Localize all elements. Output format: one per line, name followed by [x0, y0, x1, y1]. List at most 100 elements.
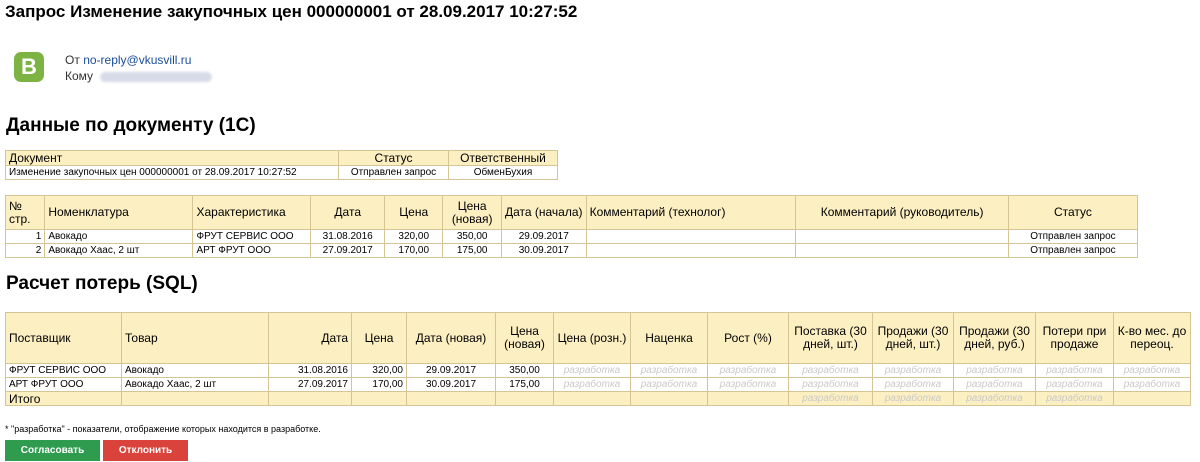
placeholder-cell: разработка [553, 377, 631, 392]
placeholder-cell: разработка [953, 391, 1036, 406]
date-start: 29.09.2017 [500, 229, 587, 244]
col-sales-30d-rub: Продажи (30 дней, руб.) [953, 312, 1036, 364]
footnote: * "разработка" - показатели, отображение… [5, 424, 321, 434]
date-start: 30.09.2017 [500, 243, 587, 258]
line-no: 2 [4, 243, 46, 258]
placeholder-cell: разработка [788, 391, 873, 406]
supplier: ФРУТ СЕРВИС ООО [5, 363, 122, 378]
item-status: Отправлен запрос [1007, 229, 1139, 244]
loss-table: Поставщик Товар Дата Цена Дата (новая) Ц… [5, 312, 1191, 406]
placeholder-cell: разработка [553, 363, 631, 378]
col-item-status: Статус [1007, 195, 1139, 230]
from-label: От [65, 53, 80, 67]
email-subject: Запрос Изменение закупочных цен 00000000… [5, 2, 578, 21]
placeholder-cell: разработка [707, 363, 789, 378]
col-comment-technologist: Комментарий (технолог) [585, 195, 797, 230]
nomenclature: Авокадо Хаас, 2 шт [44, 243, 194, 258]
price-new: 175,00 [442, 243, 502, 258]
col-supplier: Поставщик [5, 312, 122, 364]
total-label: Итого [5, 391, 122, 406]
approve-button[interactable]: Согласовать [5, 440, 100, 461]
price: 320,00 [383, 229, 444, 244]
placeholder-cell: разработка [872, 377, 954, 392]
col-markup: Наценка [630, 312, 708, 364]
table-row: Изменение закупочных цен 000000001 от 28… [5, 165, 558, 180]
from-address-link[interactable]: no-reply@vkusvill.ru [83, 53, 191, 67]
empty-cell [121, 391, 269, 406]
document-responsible: ОбменБухия [448, 165, 558, 180]
loss-section-title: Расчет потерь (SQL) [6, 273, 198, 294]
document-status: Отправлен запрос [338, 165, 449, 180]
col-price-retail: Цена (розн.) [553, 312, 631, 364]
reject-button[interactable]: Отклонить [103, 440, 188, 461]
date: 27.09.2017 [310, 243, 385, 258]
date-new: 30.09.2017 [406, 377, 496, 392]
table-row: ФРУТ СЕРВИС ООО Авокадо 31.08.2016 320,0… [5, 363, 1191, 378]
characteristic: ФРУТ СЕРВИС ООО [192, 229, 312, 244]
price: 320,00 [351, 363, 407, 378]
item-status: Отправлен запрос [1007, 243, 1139, 258]
empty-cell [707, 391, 789, 406]
items-table: № стр. Номенклатура Характеристика Дата … [4, 195, 1139, 258]
nomenclature: Авокадо [44, 229, 194, 244]
placeholder-cell: разработка [788, 377, 873, 392]
empty-cell [351, 391, 407, 406]
placeholder-cell: разработка [953, 363, 1036, 378]
comment-manager [795, 229, 1009, 244]
placeholder-cell: разработка [1113, 363, 1191, 378]
col-status: Статус [338, 150, 449, 166]
col-months-to-reprice: К-во мес. до переоц. [1113, 312, 1191, 364]
price-new: 350,00 [442, 229, 502, 244]
comment-manager [795, 243, 1009, 258]
col-growth: Рост (%) [707, 312, 789, 364]
placeholder-cell: разработка [1035, 377, 1114, 392]
col-date-start: Дата (начала) [500, 195, 587, 230]
placeholder-cell: разработка [1035, 391, 1114, 406]
line-no: 1 [4, 229, 46, 244]
col-line-no: № стр. [4, 195, 46, 230]
empty-cell [495, 391, 554, 406]
col-sales-30d-qty: Продажи (30 дней, шт.) [872, 312, 954, 364]
recipient-blurred [100, 71, 213, 82]
col-price: Цена [383, 195, 444, 230]
table-row: АРТ ФРУТ ООО Авокадо Хаас, 2 шт 27.09.20… [5, 377, 1191, 392]
col-price-new: Цена (новая) [495, 312, 554, 364]
col-nomenclature: Номенклатура [44, 195, 194, 230]
price: 170,00 [383, 243, 444, 258]
price-new: 350,00 [495, 363, 554, 378]
col-product: Товар [121, 312, 269, 364]
col-document: Документ [5, 150, 339, 166]
col-price: Цена [351, 312, 407, 364]
characteristic: АРТ ФРУТ ООО [192, 243, 312, 258]
empty-cell [630, 391, 708, 406]
comment-technologist [585, 243, 797, 258]
empty-cell [406, 391, 496, 406]
to-label: Кому [65, 69, 94, 83]
total-row: Итого разработка разработка разработка р… [5, 391, 1191, 406]
placeholder-cell: разработка [788, 363, 873, 378]
comment-technologist [585, 229, 797, 244]
product: Авокадо Хаас, 2 шт [121, 377, 269, 392]
col-price-new: Цена (новая) [442, 195, 502, 230]
empty-cell [553, 391, 631, 406]
from-row: От no-reply@vkusvill.ru [65, 53, 191, 67]
col-comment-manager: Комментарий (руководитель) [795, 195, 1009, 230]
placeholder-cell: разработка [872, 391, 954, 406]
date-new: 29.09.2017 [406, 363, 496, 378]
document-name: Изменение закупочных цен 000000001 от 28… [5, 165, 339, 180]
price: 170,00 [351, 377, 407, 392]
table-row: 1 Авокадо ФРУТ СЕРВИС ООО 31.08.2016 320… [4, 229, 1139, 244]
table-row: 2 Авокадо Хаас, 2 шт АРТ ФРУТ ООО 27.09.… [4, 243, 1139, 258]
date: 27.09.2017 [268, 377, 352, 392]
placeholder-cell: разработка [1035, 363, 1114, 378]
placeholder-cell: разработка [707, 377, 789, 392]
empty-cell [268, 391, 352, 406]
empty-cell [1113, 391, 1191, 406]
col-date-new: Дата (новая) [406, 312, 496, 364]
price-new: 175,00 [495, 377, 554, 392]
placeholder-cell: разработка [630, 377, 708, 392]
placeholder-cell: разработка [1113, 377, 1191, 392]
doc-section-title: Данные по документу (1С) [6, 115, 256, 136]
col-date: Дата [268, 312, 352, 364]
col-responsible: Ответственный [448, 150, 558, 166]
